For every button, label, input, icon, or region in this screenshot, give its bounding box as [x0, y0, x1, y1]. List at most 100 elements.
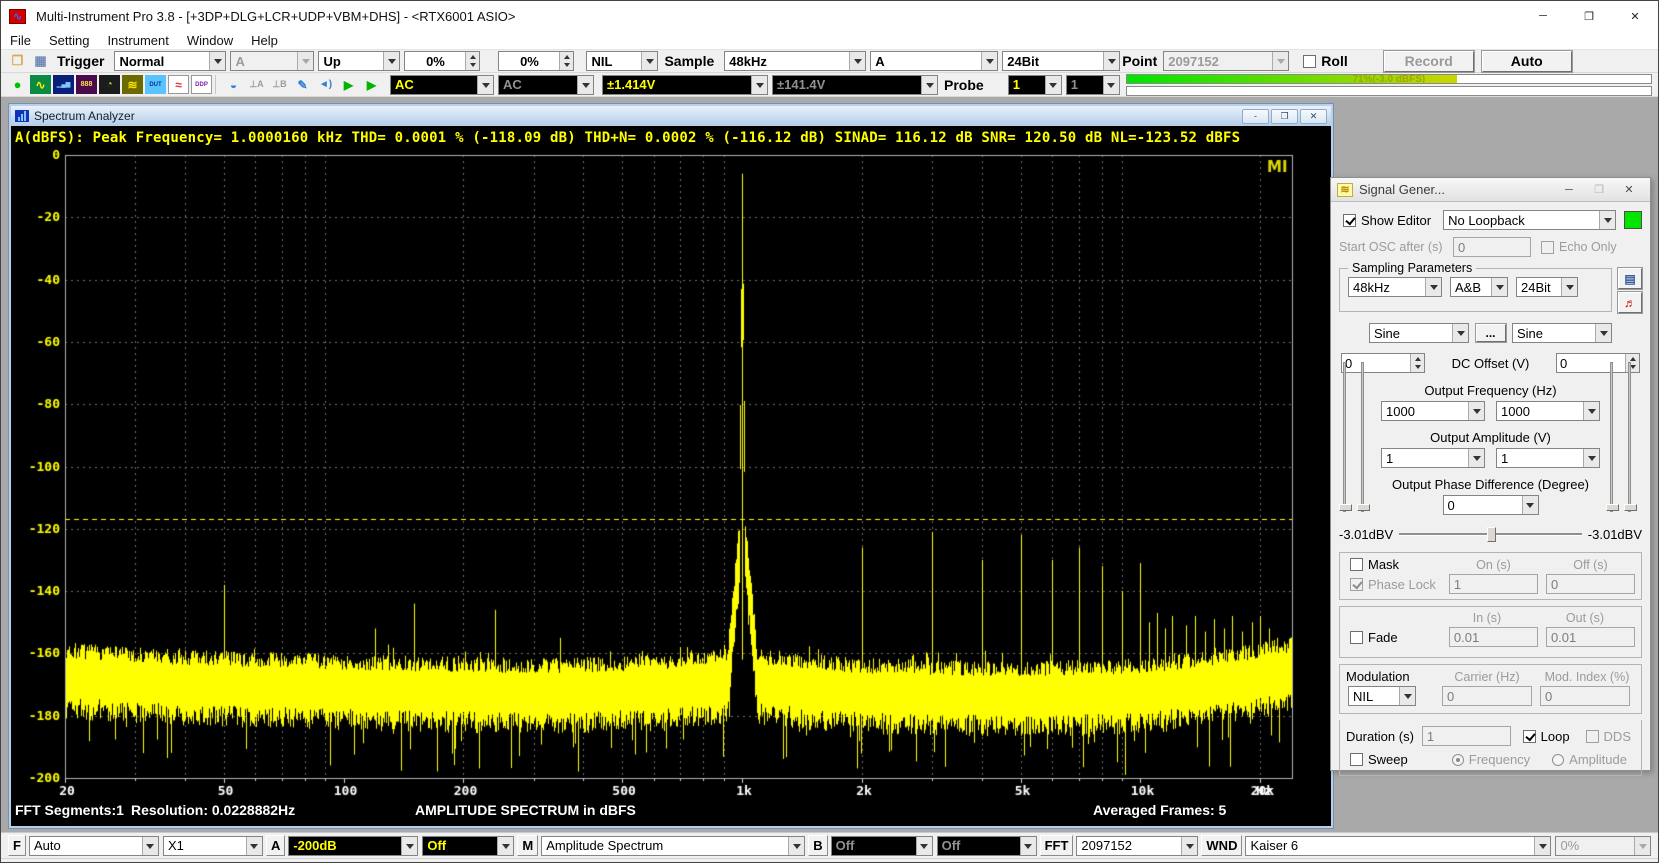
frequency-axis-select[interactable]: Auto	[29, 836, 159, 856]
trigger-delay-spinner[interactable]: 0%	[498, 51, 574, 71]
spectrum-titlebar[interactable]: Spectrum Analyzer -❐✕	[11, 106, 1331, 126]
restore-button[interactable]: ❐	[1271, 109, 1298, 124]
mask-checkbox[interactable]: Mask	[1350, 557, 1445, 572]
oscilloscope-icon[interactable]: ∿	[30, 75, 51, 94]
frequency-b-select[interactable]: 1000	[1496, 401, 1600, 421]
generator-bits-select[interactable]: 24Bit	[1516, 277, 1578, 297]
spinner-arrows-icon[interactable]	[465, 52, 479, 70]
range-a-display-select[interactable]: -200dB	[288, 836, 418, 856]
save-waveform-icon[interactable]: ▤	[1618, 268, 1642, 289]
calibration-icon[interactable]: ◒	[223, 75, 244, 94]
fft-size-select[interactable]: 2097152	[1076, 836, 1198, 856]
echo-only-checkbox[interactable]: Echo Only	[1541, 240, 1617, 254]
checkbox-box[interactable]	[1350, 558, 1363, 571]
menu-help[interactable]: Help	[242, 33, 287, 48]
record-button[interactable]: Record	[1384, 51, 1474, 72]
signal-generator-titlebar[interactable]: ≋ Signal Gener... ─❐✕	[1331, 178, 1650, 202]
play-icon[interactable]: ▶	[338, 75, 359, 94]
range-b-select[interactable]: ±141.4V	[772, 75, 938, 95]
probe-b-select[interactable]: 1	[1066, 75, 1120, 95]
balance-slider[interactable]	[1399, 533, 1582, 536]
sweep-frequency-radio[interactable]: Frequency	[1452, 752, 1530, 767]
spectrum-analyzer-icon[interactable]: ▁▄▆	[53, 75, 74, 94]
slider-handle[interactable]	[1487, 527, 1496, 542]
trigger-source-select[interactable]: A	[230, 51, 314, 71]
sampling-rate-select[interactable]: 48kHz	[724, 51, 866, 71]
reference-a-select[interactable]: Off	[422, 836, 514, 856]
fade-checkbox[interactable]: Fade	[1350, 630, 1445, 645]
multimeter-icon[interactable]: 888	[76, 75, 97, 94]
trigger-level-spinner[interactable]: 0%	[404, 51, 480, 71]
play-loop-icon[interactable]: ▶	[361, 75, 382, 94]
fader-a-left[interactable]	[1343, 362, 1346, 512]
overlap-select[interactable]: 0%	[1555, 836, 1651, 856]
window-function-select[interactable]: Kaiser 6	[1245, 836, 1551, 856]
bit-depth-select[interactable]: 24Bit	[1002, 51, 1120, 71]
close-button[interactable]: ✕	[1614, 181, 1644, 199]
ddp-icon[interactable]: DDP	[191, 75, 212, 94]
waveform-b-select[interactable]: Sine	[1512, 323, 1612, 343]
fader-a-right[interactable]	[1610, 362, 1613, 512]
fader-b-left[interactable]	[1361, 362, 1364, 512]
fader-b-right[interactable]	[1628, 362, 1631, 512]
sweep-icon[interactable]: ≈	[168, 75, 189, 94]
run-indicator[interactable]: ●	[7, 75, 28, 94]
checkbox-box[interactable]	[1343, 214, 1356, 227]
maximize-button[interactable]: ❐	[1566, 1, 1612, 31]
fade-in-input[interactable]: 0.01	[1449, 627, 1538, 647]
carrier-input[interactable]: 0	[1442, 686, 1532, 706]
generator-rate-select[interactable]: 48kHz	[1348, 277, 1442, 297]
phase-lock-checkbox[interactable]: Phase Lock	[1350, 577, 1445, 592]
close-button[interactable]: ✕	[1300, 109, 1327, 124]
auto-button[interactable]: Auto	[1482, 51, 1572, 72]
checkbox-box[interactable]	[1523, 730, 1536, 743]
spectrum-mode-select[interactable]: Amplitude Spectrum	[541, 836, 805, 856]
trigger-edge-select[interactable]: Up	[318, 51, 400, 71]
range-b-display-select[interactable]: Off	[831, 836, 933, 856]
app-titlebar[interactable]: ∿ Multi-Instrument Pro 3.8 - [+3DP+DLG+L…	[1, 1, 1658, 31]
loop-checkbox[interactable]: Loop	[1523, 729, 1570, 744]
zoom-select[interactable]: X1	[163, 836, 263, 856]
device-test-plan-icon[interactable]: ◔	[99, 75, 120, 94]
checkbox-box[interactable]	[1350, 753, 1363, 766]
checkbox-box[interactable]	[1350, 578, 1363, 591]
close-button[interactable]: ✕	[1612, 1, 1658, 31]
minimize-button[interactable]: -	[1242, 109, 1269, 124]
mask-off-input[interactable]: 0	[1546, 574, 1635, 594]
range-a-select[interactable]: ±1.414V	[602, 75, 768, 95]
radio-circle[interactable]	[1552, 754, 1564, 766]
record-points-select[interactable]: 2097152	[1163, 51, 1289, 71]
signal-generator-icon[interactable]: ≋	[122, 75, 143, 94]
dds-checkbox[interactable]: DDS	[1586, 729, 1631, 744]
phase-select[interactable]: 0	[1443, 495, 1539, 515]
generator-channel-select[interactable]: A&B	[1450, 277, 1508, 297]
open-icon[interactable]: ❒	[7, 52, 28, 71]
dc-offset-a-spinner[interactable]: 0	[1341, 353, 1425, 373]
sweep-checkbox[interactable]: Sweep	[1350, 752, 1408, 767]
amplitude-a-select[interactable]: 1	[1381, 448, 1485, 468]
mask-on-input[interactable]: 1	[1449, 574, 1538, 594]
checkbox-box[interactable]	[1586, 730, 1599, 743]
restore-button[interactable]: ❐	[1584, 181, 1614, 199]
probe-calibration-icon[interactable]: ✎	[292, 75, 313, 94]
speaker-icon[interactable]: ◄)	[315, 75, 336, 94]
menu-file[interactable]: File	[1, 33, 40, 48]
waveform-a-select[interactable]: Sine	[1369, 323, 1469, 343]
show-editor-checkbox[interactable]: Show Editor	[1343, 213, 1431, 228]
ground-a-icon[interactable]: ⊥A	[246, 75, 267, 94]
checkbox-box[interactable]	[1303, 55, 1316, 68]
mod-index-input[interactable]: 0	[1540, 686, 1630, 706]
amplitude-b-select[interactable]: 1	[1496, 448, 1600, 468]
duration-input[interactable]: 1	[1422, 726, 1511, 746]
spinner-arrows-icon[interactable]	[559, 52, 573, 70]
reference-b-select[interactable]: Off	[937, 836, 1037, 856]
sweep-amplitude-radio[interactable]: Amplitude	[1552, 752, 1627, 767]
menu-instrument[interactable]: Instrument	[98, 33, 177, 48]
modulation-type-select[interactable]: NIL	[1348, 686, 1416, 706]
music-notes-icon[interactable]: ♬	[1618, 292, 1642, 313]
dut-icon[interactable]: DUT	[145, 75, 166, 94]
start-osc-input[interactable]: 0	[1453, 237, 1531, 257]
spinner-arrows-icon[interactable]	[1410, 354, 1424, 372]
menu-setting[interactable]: Setting	[40, 33, 98, 48]
fade-out-input[interactable]: 0.01	[1546, 627, 1635, 647]
